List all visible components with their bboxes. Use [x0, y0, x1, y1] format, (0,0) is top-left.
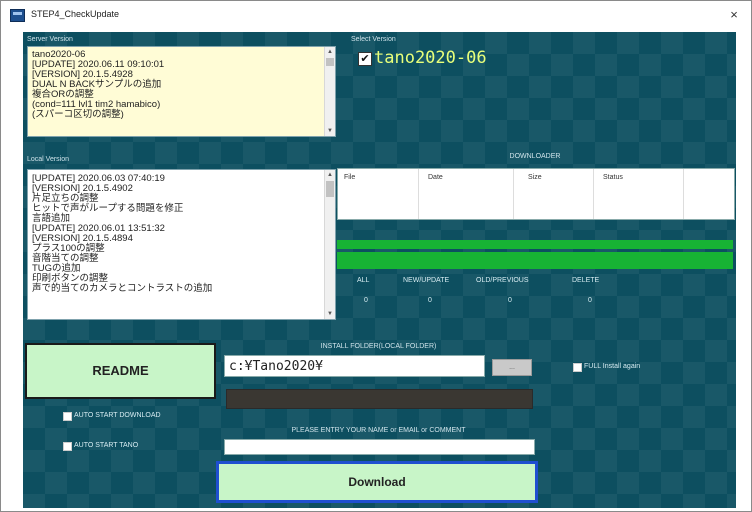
auto-start-download-label: AUTO START DOWNLOAD [74, 412, 161, 419]
select-version-value: tano2020-06 [374, 48, 487, 68]
auto-start-tano-label: AUTO START TANO [74, 442, 139, 449]
readme-button[interactable]: README [25, 343, 216, 399]
download-button[interactable]: Download [216, 461, 538, 503]
progress-bar-total [337, 252, 733, 269]
local-version-label: Local Version [27, 156, 70, 163]
progress-bar-file-fill [337, 240, 733, 249]
scroll-up-icon[interactable]: ▲ [325, 170, 335, 180]
downloader-label: DOWNLOADER [509, 153, 561, 160]
auto-start-tano-checkbox[interactable] [63, 442, 72, 451]
select-version-label: Select Version [351, 36, 396, 43]
install-progress-bar [226, 389, 533, 409]
auto-start-download-checkbox[interactable] [63, 412, 72, 421]
window-title: STEP4_CheckUpdate [31, 9, 120, 19]
count-label-all: ALL [357, 277, 370, 284]
main-window: STEP4_CheckUpdate × Server Version tano2… [0, 0, 752, 512]
column-header-size[interactable]: Size [528, 174, 542, 181]
install-folder-label: INSTALL FOLDER(LOCAL FOLDER) [320, 343, 437, 350]
downloader-table[interactable]: File Date Size Status [337, 168, 735, 220]
local-line: ヒットで声がループする問題を修正 [32, 203, 184, 214]
server-scrollbar[interactable]: ▲ ▼ [324, 47, 335, 136]
count-value-all: 0 [364, 297, 368, 304]
column-header-file[interactable]: File [344, 174, 355, 181]
count-label-delete: DELETE [572, 277, 600, 284]
count-value-delete: 0 [588, 297, 592, 304]
full-install-label: FULL Install again [584, 363, 641, 370]
count-value-new-update: 0 [428, 297, 432, 304]
select-version-checkbox[interactable]: ✔ [358, 52, 372, 66]
client-area: Server Version tano2020-06 [UPDATE] 2020… [23, 32, 736, 508]
browse-folder-button[interactable]: ... [492, 359, 532, 376]
scroll-down-icon[interactable]: ▼ [325, 309, 335, 319]
title-bar: STEP4_CheckUpdate × [1, 1, 751, 29]
column-header-date[interactable]: Date [428, 174, 443, 181]
progress-bar-total-fill [337, 252, 733, 269]
install-folder-input[interactable]: c:¥Tano2020¥ [224, 355, 485, 377]
count-label-new-update: NEW/UPDATE [403, 277, 450, 284]
column-divider [513, 169, 514, 219]
column-divider [683, 169, 684, 219]
local-line: 声で的当てのカメラとコントラストの追加 [32, 283, 213, 294]
scroll-thumb[interactable] [326, 58, 334, 66]
local-scrollbar[interactable]: ▲ ▼ [324, 170, 335, 319]
count-value-old-previous: 0 [508, 297, 512, 304]
progress-bar-file [337, 240, 733, 249]
scroll-down-icon[interactable]: ▼ [325, 126, 335, 136]
column-divider [593, 169, 594, 219]
name-email-comment-input[interactable] [224, 439, 535, 455]
server-version-textbox[interactable]: tano2020-06 [UPDATE] 2020.06.11 09:10:01… [27, 46, 336, 137]
count-label-old-previous: OLD/PREVIOUS [476, 277, 529, 284]
column-header-status[interactable]: Status [603, 174, 623, 181]
entry-prompt-label: PLEASE ENTRY YOUR NAME or EMAIL or COMME… [291, 427, 466, 434]
column-divider [418, 169, 419, 219]
local-version-textbox[interactable]: [UPDATE] 2020.06.03 07:40:19 [VERSION] 2… [27, 169, 336, 320]
server-line: (スパーコ区切の調整) [32, 109, 124, 120]
scroll-thumb[interactable] [326, 181, 334, 197]
scroll-up-icon[interactable]: ▲ [325, 47, 335, 57]
server-version-label: Server Version [27, 36, 73, 43]
close-button[interactable]: × [725, 6, 743, 24]
app-icon [10, 9, 25, 22]
full-install-checkbox[interactable] [573, 363, 582, 372]
